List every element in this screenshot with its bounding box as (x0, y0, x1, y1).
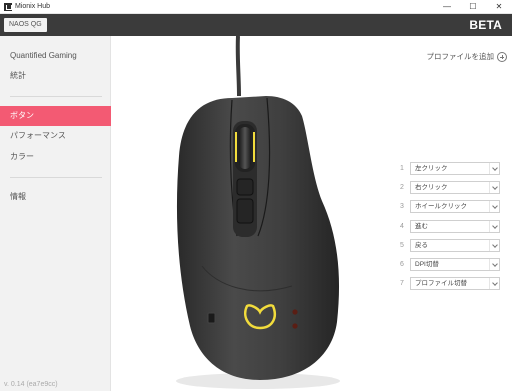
plus-circle-icon (497, 52, 507, 62)
device-tab[interactable]: NAOS QG (4, 18, 47, 32)
select-value: ホイールクリック (415, 203, 467, 210)
mouse-cable (235, 36, 241, 97)
chevron-down-icon (489, 259, 499, 270)
led-indicator (292, 309, 298, 315)
button-action-select[interactable]: 左クリック (410, 162, 500, 175)
select-value: 右クリック (415, 184, 448, 191)
profile-switch-button (207, 312, 216, 324)
button-assignment-row: 1 左クリック (400, 162, 500, 175)
sidebar-item-quantified-gaming[interactable]: Quantified Gaming (0, 46, 111, 66)
button-assignment-row: 3 ホイールクリック (400, 200, 500, 213)
dpi-down-button (236, 198, 254, 224)
app-header: NAOS QG BETA (0, 14, 512, 36)
button-number: 7 (400, 280, 404, 287)
sidebar-item-statistics[interactable]: 統計 (0, 66, 111, 86)
window-title-bar: Mionix Hub — ☐ ✕ (0, 0, 512, 14)
button-action-select[interactable]: ホイールクリック (410, 200, 500, 213)
chevron-down-icon (489, 201, 499, 212)
dpi-up-button (236, 178, 254, 196)
button-assignment-row: 7 プロファイル切替 (400, 277, 500, 290)
version-label: v. 0.14 (ea7e9cc) (4, 381, 58, 388)
chevron-down-icon (489, 221, 499, 232)
select-value: プロファイル切替 (415, 280, 467, 287)
maximize-button[interactable]: ☐ (460, 0, 486, 14)
sidebar-divider (10, 96, 102, 97)
sidebar-item-performance[interactable]: パフォーマンス (0, 126, 111, 146)
wheel-led-left (235, 132, 237, 162)
button-number: 5 (400, 242, 404, 249)
chevron-down-icon (489, 182, 499, 193)
wheel-led-right (253, 132, 255, 162)
add-profile-button[interactable]: プロファイルを追加 (426, 51, 507, 63)
app-logo-icon (4, 3, 12, 11)
select-value: 進む (415, 223, 428, 230)
button-assignment-row: 4 進む (400, 220, 500, 233)
sidebar-divider (10, 177, 102, 178)
beta-badge: BETA (469, 18, 502, 32)
button-action-select[interactable]: プロファイル切替 (410, 277, 500, 290)
button-action-select[interactable]: 戻る (410, 239, 500, 252)
window-title: Mionix Hub (15, 3, 51, 10)
button-assignment-row: 5 戻る (400, 239, 500, 252)
led-indicator (292, 323, 298, 329)
button-number: 4 (400, 223, 404, 230)
button-assignment-row: 6 DPI切替 (400, 258, 500, 271)
main-panel: プロファイルを追加 1 左クリック 2 右クリック 3 ホイールクリック 4 進… (112, 36, 512, 391)
select-value: 戻る (415, 242, 428, 249)
mouse-illustration (176, 36, 340, 389)
sidebar-item-info[interactable]: 情報 (0, 187, 111, 207)
sidebar-item-buttons[interactable]: ボタン (0, 106, 111, 126)
select-value: DPI切替 (415, 261, 439, 268)
button-number: 6 (400, 261, 404, 268)
add-profile-label: プロファイルを追加 (426, 52, 495, 61)
button-action-select[interactable]: 右クリック (410, 181, 500, 194)
minimize-button[interactable]: — (434, 0, 460, 14)
select-value: 左クリック (415, 165, 448, 172)
button-number: 2 (400, 184, 404, 191)
close-button[interactable]: ✕ (486, 0, 512, 14)
chevron-down-icon (489, 278, 499, 289)
chevron-down-icon (489, 240, 499, 251)
button-action-select[interactable]: 進む (410, 220, 500, 233)
button-number: 3 (400, 203, 404, 210)
sidebar: Quantified Gaming 統計 ボタン パフォーマンス カラー 情報 … (0, 36, 111, 391)
button-number: 1 (400, 165, 404, 172)
button-assignment-row: 2 右クリック (400, 181, 500, 194)
chevron-down-icon (489, 163, 499, 174)
sidebar-item-color[interactable]: カラー (0, 147, 111, 167)
button-action-select[interactable]: DPI切替 (410, 258, 500, 271)
mouse-body (176, 96, 340, 380)
